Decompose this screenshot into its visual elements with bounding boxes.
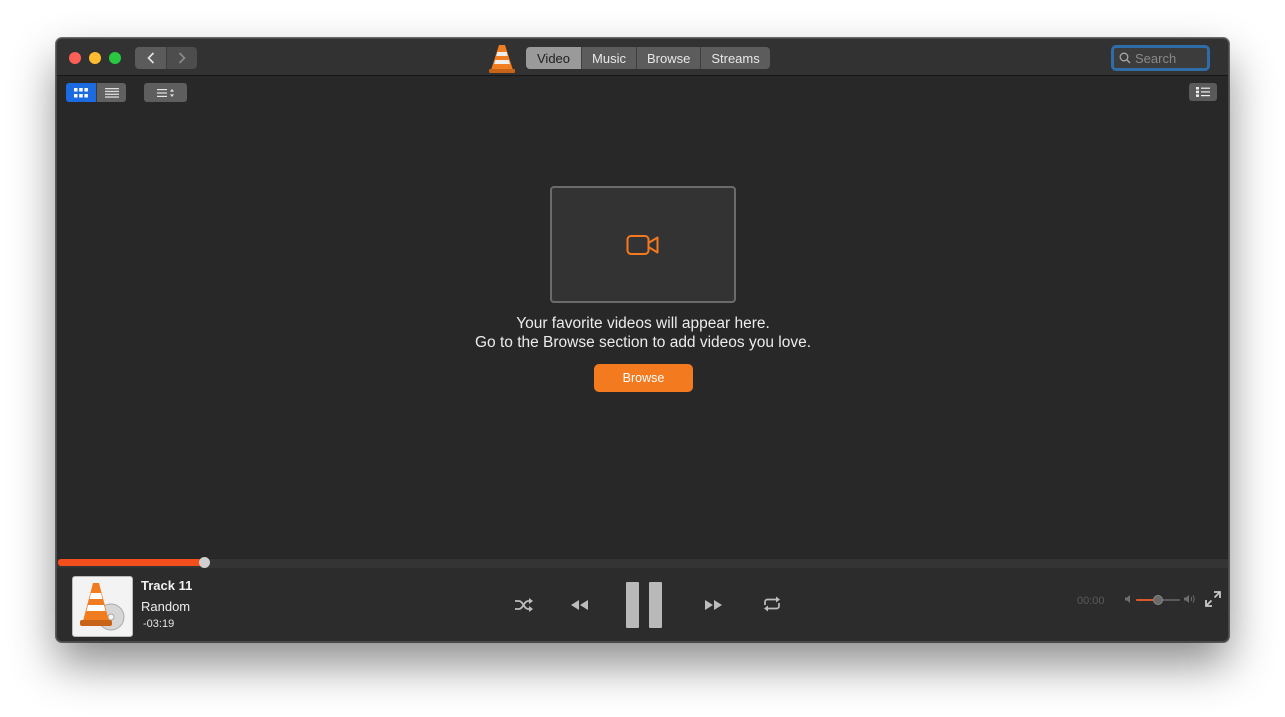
empty-state-line-1: Your favorite videos will appear here. [516,315,770,332]
track-title: Track 11 [141,578,193,593]
forward-button[interactable] [166,47,197,69]
search-field[interactable] [1111,45,1210,71]
close-window-button[interactable] [69,52,81,64]
tab-streams[interactable]: Streams [700,47,769,69]
vlc-window: Video Music Browse Streams Search Your f… [56,38,1229,642]
playback-progress-bar[interactable] [57,558,1228,568]
toggle-sidebar-button[interactable] [1189,83,1217,101]
sort-menu-button[interactable] [144,83,187,102]
elapsed-time: 00:00 [1077,595,1105,607]
library-tabs: Video Music Browse Streams [526,47,770,69]
playback-progress-fill [58,559,204,566]
fast-forward-icon [705,600,722,610]
rewind-button[interactable] [569,595,591,615]
tab-browse[interactable]: Browse [635,47,700,69]
playback-progress-knob[interactable] [199,557,210,568]
rewind-icon [571,600,588,610]
shuffle-icon [515,598,533,612]
chevron-right-icon [178,52,186,64]
shuffle-button[interactable] [513,595,535,615]
video-camera-icon [626,234,659,255]
navigation-buttons [135,47,197,69]
zoom-window-button[interactable] [109,52,121,64]
vlc-artwork-icon [80,583,125,631]
fullscreen-icon[interactable] [1204,590,1222,608]
volume-low-icon[interactable] [1124,594,1134,604]
back-button[interactable] [135,47,166,69]
repeat-icon [764,596,780,612]
minimize-window-button[interactable] [89,52,101,64]
list-view-button[interactable] [96,83,126,102]
chevron-left-icon [146,52,154,64]
album-artwork[interactable] [72,576,133,637]
tab-music[interactable]: Music [581,47,636,69]
volume-slider-knob[interactable] [1153,595,1163,605]
player-bar: Track 11 Random -03:19 00:00 [57,568,1228,641]
track-artist: Random [141,599,191,614]
volume-high-icon[interactable] [1183,594,1196,604]
sort-icon [156,88,174,97]
empty-state-message: Your favorite videos will appear here. G… [357,314,929,352]
pause-button[interactable] [624,581,664,629]
browse-button[interactable]: Browse [594,364,693,392]
tab-video[interactable]: Video [526,47,582,69]
list-icon [104,87,119,98]
search-input[interactable] [1135,50,1205,66]
grid-view-button[interactable] [66,83,96,102]
search-icon [1119,52,1131,64]
grid-icon [74,87,88,97]
fast-forward-button[interactable] [702,595,724,615]
repeat-button[interactable] [761,594,783,614]
sidebar-list-icon [1196,87,1210,97]
view-mode-toggle [66,83,126,102]
vlc-cone-logo [489,45,515,73]
empty-state-placeholder [550,186,736,303]
remaining-time: -03:19 [143,618,175,630]
title-bar: Video Music Browse Streams [57,39,1228,76]
pause-icon [626,582,662,628]
empty-state-line-2: Go to the Browse section to add videos y… [474,334,812,351]
